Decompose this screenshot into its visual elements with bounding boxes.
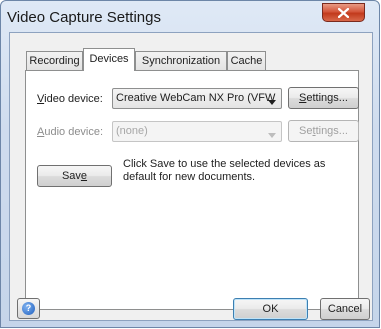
tab-devices-label: Devices (89, 53, 129, 65)
chevron-down-icon (268, 96, 276, 108)
tab-cache-label: Cache (230, 55, 263, 67)
close-icon (338, 7, 349, 18)
help-icon: ? (22, 302, 35, 315)
video-device-value: Creative WebCam NX Pro (VFW (116, 92, 276, 104)
save-hint-text: Click Save to use the selected devices a… (123, 158, 326, 183)
chevron-down-icon (268, 129, 276, 141)
audio-device-label: Audio device: (37, 126, 104, 138)
ok-button[interactable]: OK (233, 298, 308, 320)
video-device-label: Video device: (37, 93, 103, 105)
video-settings-button[interactable]: Settings... (288, 87, 359, 109)
tab-cache[interactable]: Cache (227, 51, 266, 70)
cancel-button[interactable]: Cancel (320, 298, 370, 320)
tab-recording[interactable]: Recording (26, 51, 83, 70)
video-device-dropdown[interactable]: Creative WebCam NX Pro (VFW (112, 88, 282, 109)
save-button[interactable]: Save (37, 165, 112, 187)
tab-devices[interactable]: Devices (83, 48, 135, 71)
tab-synchronization-label: Synchronization (141, 55, 221, 67)
tab-recording-label: Recording (29, 55, 80, 67)
window-title: Video Capture Settings (7, 9, 161, 26)
audio-settings-button[interactable]: Settings... (288, 120, 359, 142)
audio-device-value: (none) (116, 125, 148, 137)
close-button[interactable] (322, 3, 365, 22)
dialog-window: Video Capture Settings Recording Devices… (0, 0, 380, 328)
dialog-body: Recording Devices Synchronization Cache … (9, 32, 373, 321)
audio-device-dropdown[interactable]: (none) (112, 121, 282, 142)
tab-synchronization[interactable]: Synchronization (135, 51, 227, 70)
help-button[interactable]: ? (17, 298, 40, 319)
